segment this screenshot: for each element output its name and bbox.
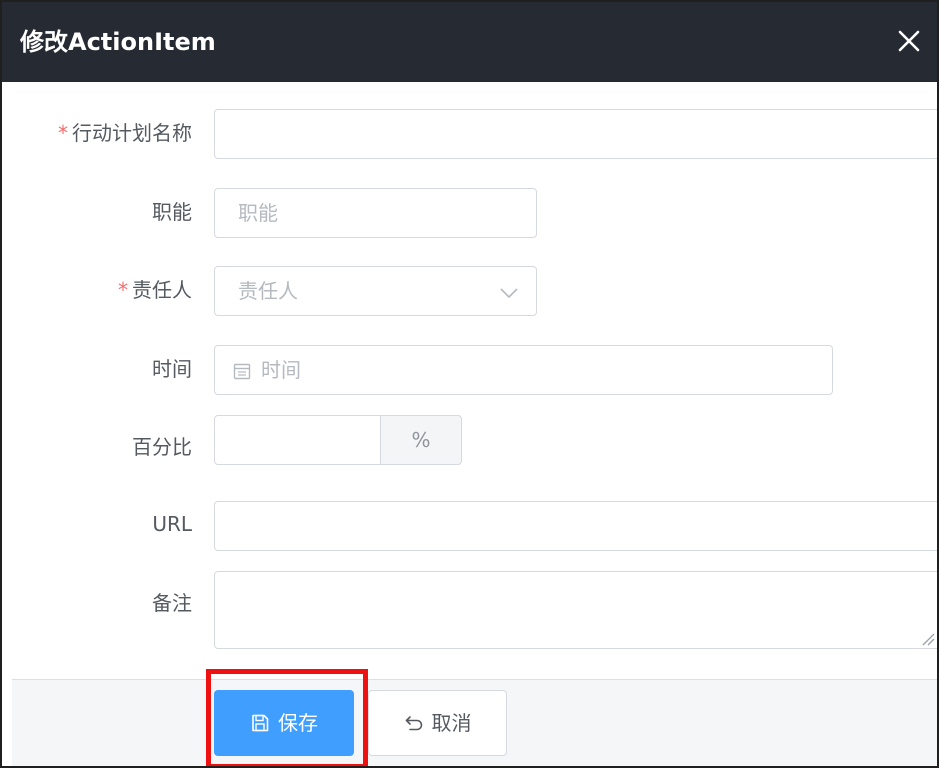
required-mark: *: [118, 278, 128, 302]
undo-icon: [405, 716, 422, 731]
remark-label: 备注: [152, 591, 192, 615]
save-button[interactable]: 保存: [214, 690, 354, 756]
action-name-input[interactable]: [214, 109, 937, 159]
dialog-header: 修改ActionItem: [2, 2, 937, 82]
dialog: 修改ActionItem *行动计划名称 职能 职能 *责任人 责任人 时间: [0, 0, 939, 768]
chevron-down-icon: [500, 288, 518, 299]
percent-suffix: %: [380, 415, 462, 465]
cancel-button[interactable]: 取消: [368, 690, 507, 756]
function-label: 职能: [152, 200, 192, 224]
percent-label: 百分比: [132, 435, 192, 459]
function-placeholder: 职能: [238, 201, 278, 225]
function-input[interactable]: 职能: [214, 188, 537, 238]
url-label: URL: [152, 512, 192, 536]
save-label: 保存: [278, 711, 318, 735]
required-mark: *: [58, 121, 68, 145]
dialog-title: 修改ActionItem: [20, 28, 216, 56]
calendar-icon: [233, 363, 251, 380]
owner-select[interactable]: 责任人: [214, 266, 537, 316]
action-name-label: * 行动计划名称: [58, 121, 192, 145]
percent-input[interactable]: [214, 415, 381, 465]
resize-handle-icon[interactable]: [921, 632, 935, 646]
time-label: 时间: [152, 357, 192, 381]
time-placeholder: 时间: [261, 358, 301, 382]
save-icon: [252, 714, 269, 732]
close-icon: [898, 30, 920, 52]
time-picker[interactable]: 时间: [214, 345, 833, 395]
owner-label: * 责任人: [118, 278, 192, 302]
url-input[interactable]: [214, 501, 937, 551]
remark-textarea[interactable]: [214, 571, 937, 649]
owner-placeholder: 责任人: [238, 279, 298, 303]
close-button[interactable]: [892, 24, 926, 58]
cancel-label: 取消: [431, 711, 472, 735]
